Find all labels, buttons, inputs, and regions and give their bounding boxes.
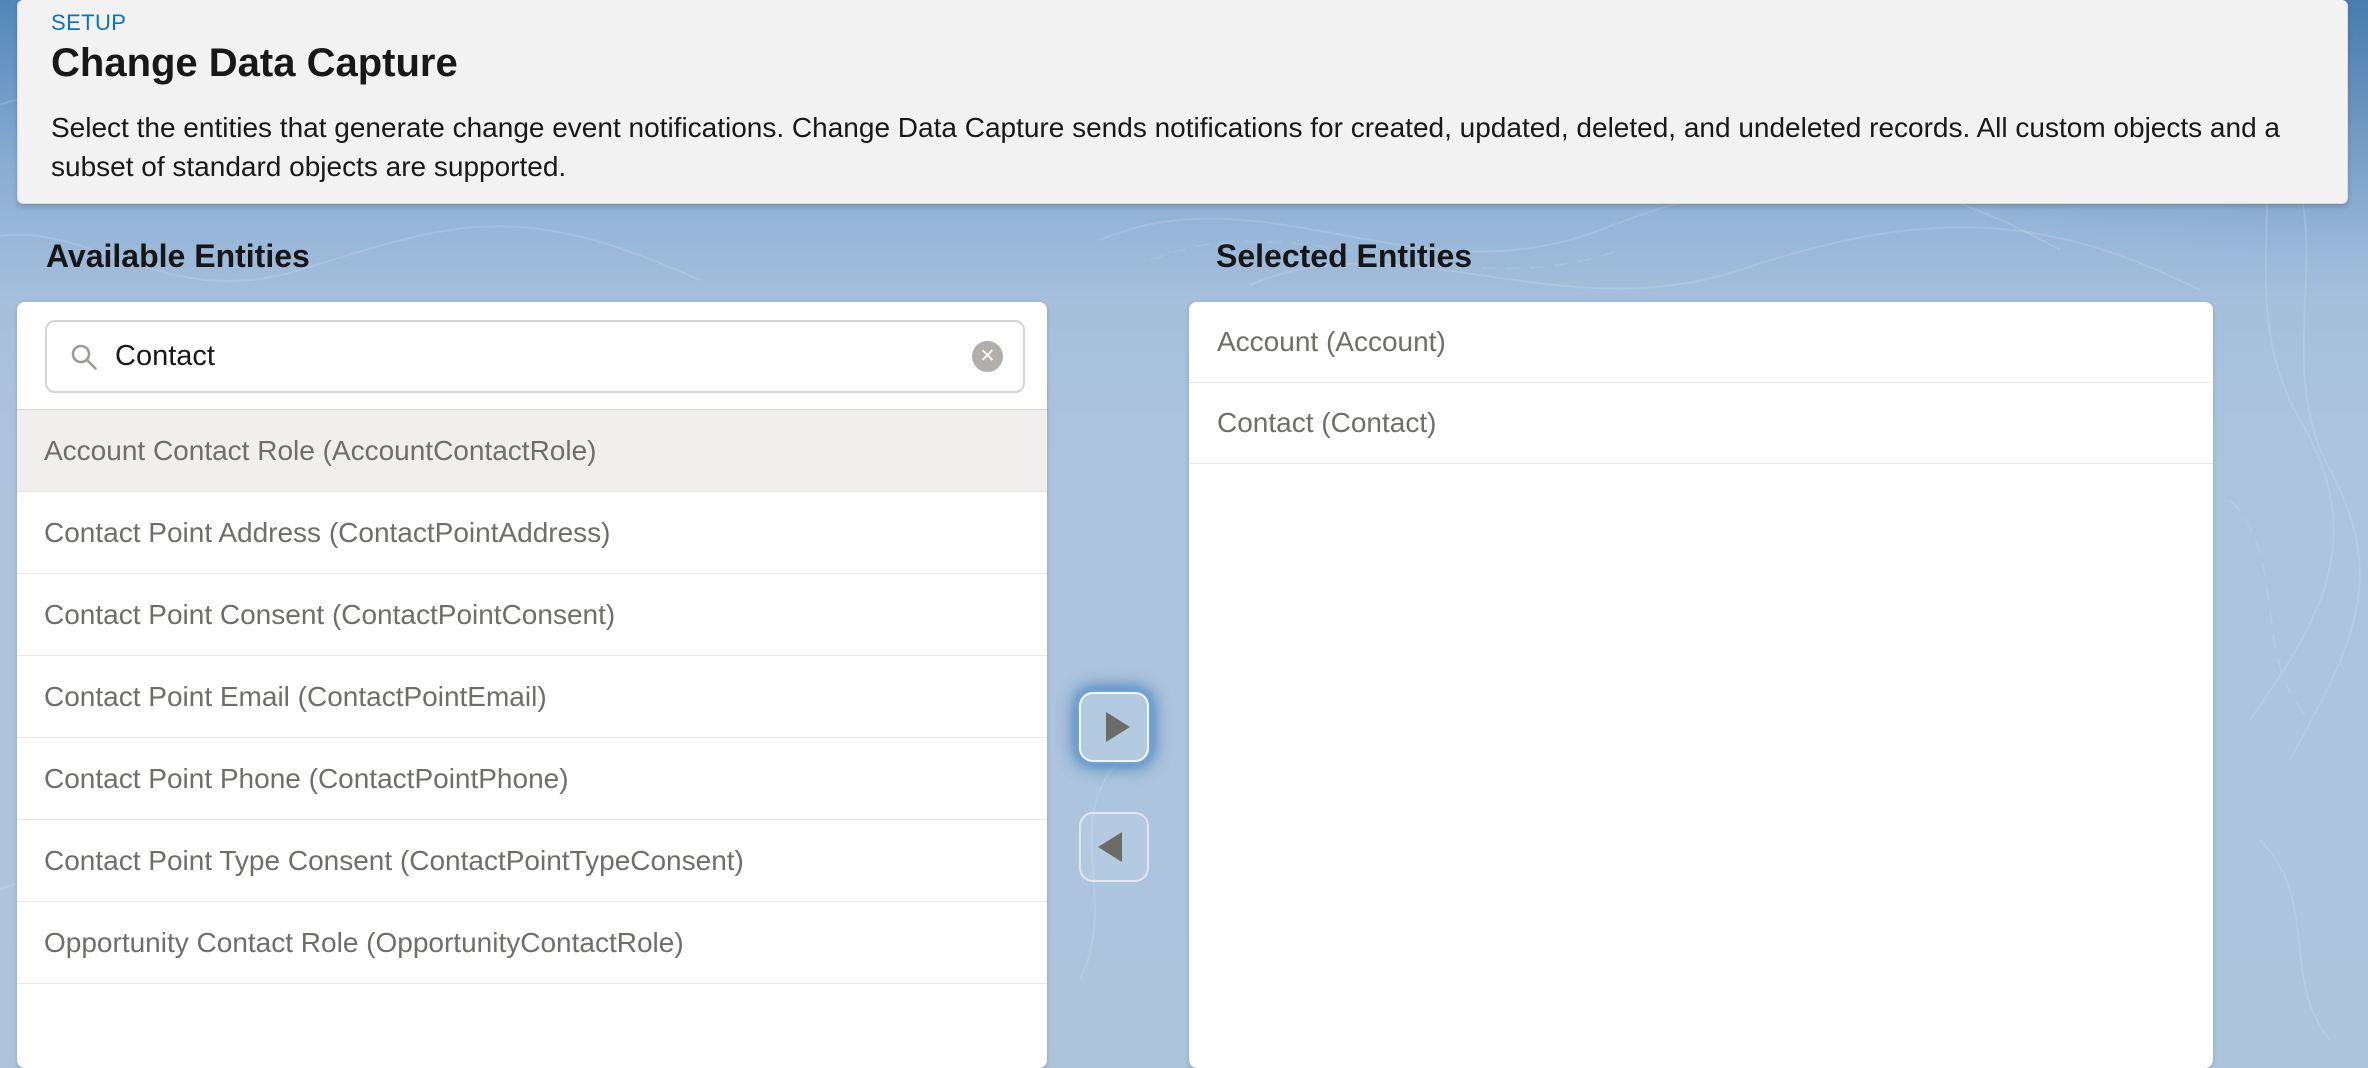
- list-item[interactable]: Contact Point Address (ContactPointAddre…: [17, 492, 1047, 574]
- clear-search-icon[interactable]: ✕: [972, 341, 1003, 372]
- page-description: Select the entities that generate change…: [51, 108, 2296, 186]
- move-to-selected-button[interactable]: [1079, 692, 1149, 762]
- selected-entities-heading: Selected Entities: [1216, 238, 1472, 275]
- list-item[interactable]: Contact Point Type Consent (ContactPoint…: [17, 820, 1047, 902]
- list-item[interactable]: Account Contact Role (AccountContactRole…: [17, 410, 1047, 492]
- list-item[interactable]: Contact (Contact): [1189, 383, 2213, 464]
- entity-label: Contact (Contact): [1217, 407, 1436, 439]
- entity-label: Contact Point Address (ContactPointAddre…: [44, 517, 611, 549]
- available-entities-panel: ✕ Account Contact Role (AccountContactRo…: [17, 302, 1047, 1068]
- page-background: SETUP Change Data Capture Select the ent…: [0, 0, 2368, 1068]
- list-item[interactable]: Opportunity Contact Role (OpportunityCon…: [17, 902, 1047, 984]
- entity-search-box: ✕: [45, 320, 1025, 393]
- entity-label: Contact Point Phone (ContactPointPhone): [44, 763, 569, 795]
- entity-label: Contact Point Consent (ContactPointConse…: [44, 599, 615, 631]
- entity-search-section: ✕: [17, 302, 1047, 410]
- triangle-right-icon: [1106, 712, 1130, 742]
- entity-label: Contact Point Email (ContactPointEmail): [44, 681, 547, 713]
- entity-label: Account Contact Role (AccountContactRole…: [44, 435, 597, 467]
- page-title: Change Data Capture: [51, 40, 2299, 86]
- selected-entities-panel: Account (Account) Contact (Contact): [1189, 302, 2213, 1068]
- list-item[interactable]: Contact Point Email (ContactPointEmail): [17, 656, 1047, 738]
- list-item[interactable]: Contact Point Consent (ContactPointConse…: [17, 574, 1047, 656]
- setup-breadcrumb-label: SETUP: [51, 10, 2299, 36]
- search-input[interactable]: [99, 327, 972, 387]
- triangle-left-icon: [1098, 832, 1122, 862]
- list-item[interactable]: Account (Account): [1189, 302, 2213, 383]
- available-entities-heading: Available Entities: [46, 238, 310, 275]
- list-item[interactable]: Contact Point Phone (ContactPointPhone): [17, 738, 1047, 820]
- entity-label: Contact Point Type Consent (ContactPoint…: [44, 845, 744, 877]
- entity-label: Opportunity Contact Role (OpportunityCon…: [44, 927, 684, 959]
- entity-label: Account (Account): [1217, 326, 1446, 358]
- move-to-available-button[interactable]: [1079, 812, 1149, 882]
- page-header-card: SETUP Change Data Capture Select the ent…: [17, 0, 2348, 204]
- search-icon: [69, 342, 99, 372]
